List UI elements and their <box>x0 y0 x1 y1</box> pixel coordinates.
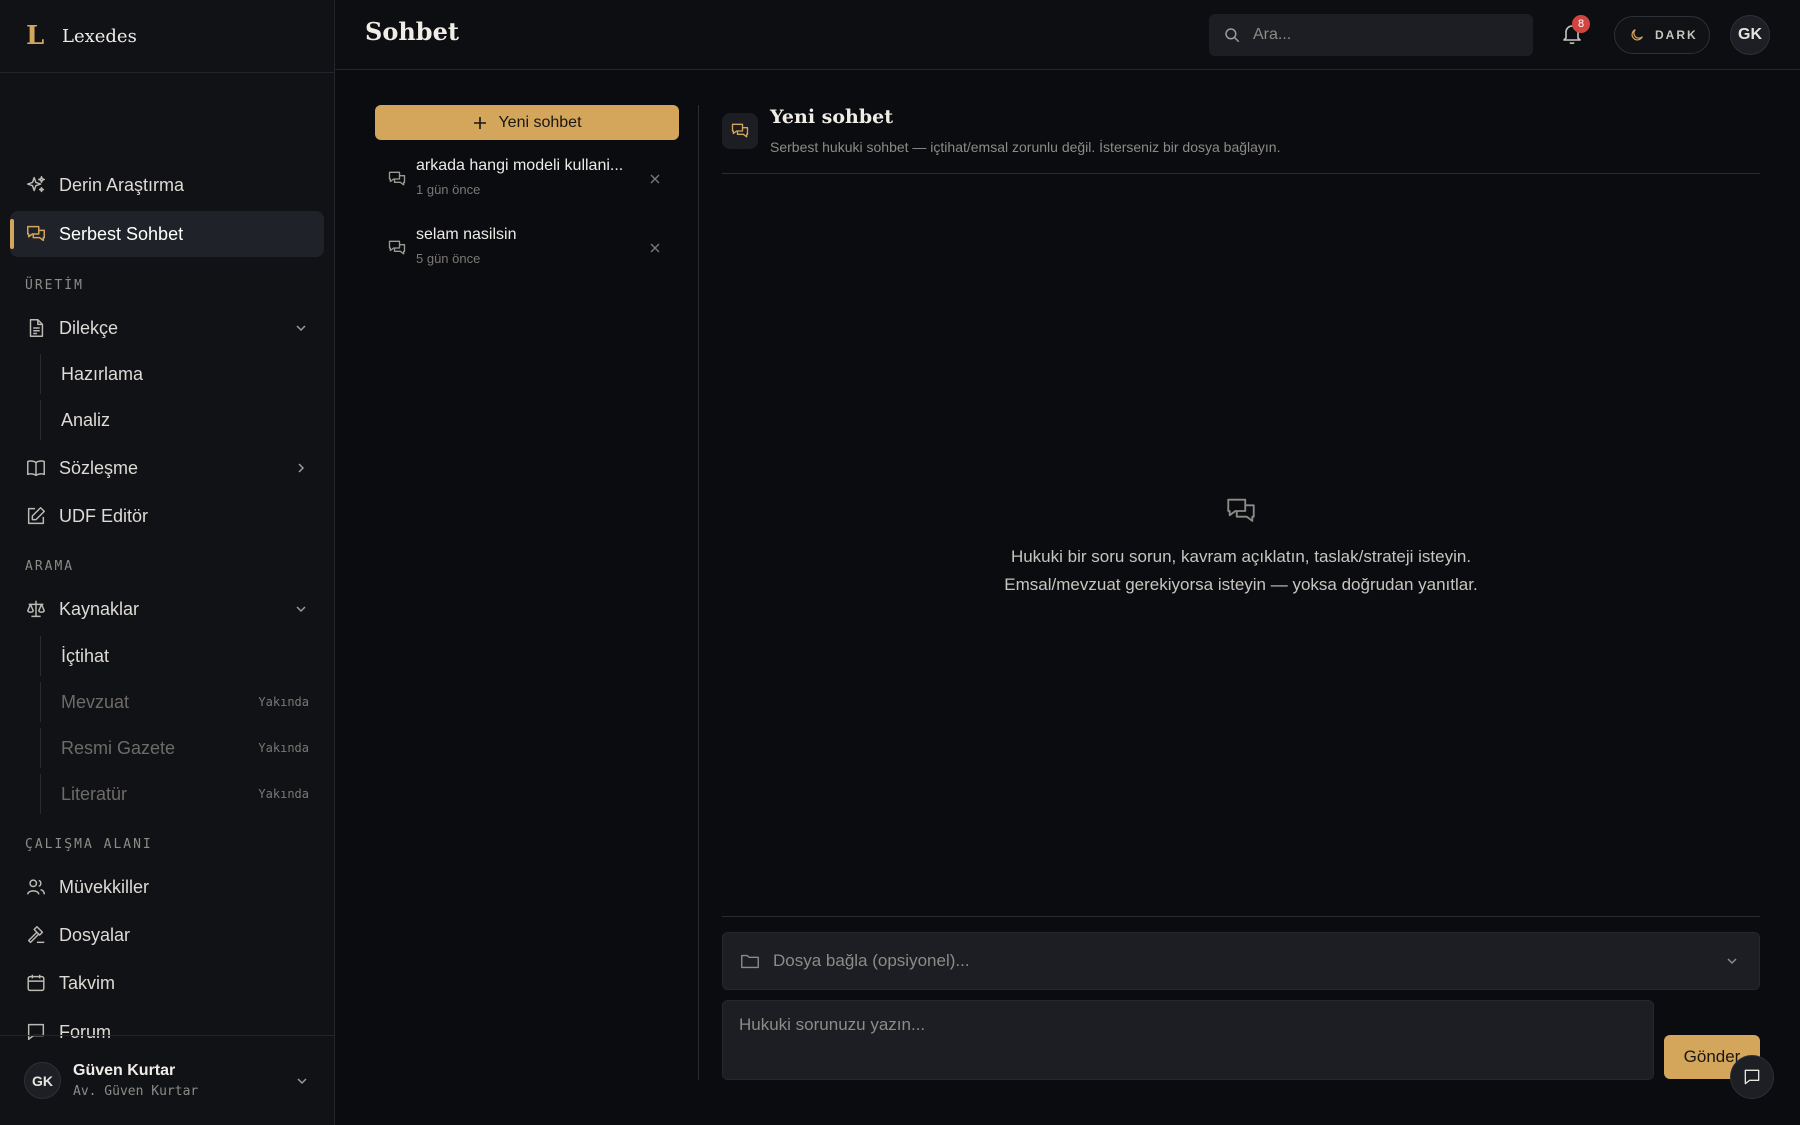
document-icon <box>25 317 47 339</box>
file-attach-placeholder: Dosya bağla (opsiyonel)... <box>773 951 970 970</box>
sidebar-subitem-label: Mevzuat <box>61 691 130 712</box>
avatar: GK <box>24 1062 61 1099</box>
chat-icon <box>25 223 47 245</box>
sidebar-subitem-analiz[interactable]: Analiz <box>40 400 324 440</box>
sidebar-item-label: Dilekçe <box>59 317 119 338</box>
coming-soon-badge: Yakında <box>258 741 309 755</box>
sidebar-subitem-label: Literatür <box>61 783 128 804</box>
panel-divider <box>698 105 699 1080</box>
empty-state-text: Hukuki bir soru sorun, kavram açıklatın,… <box>850 543 1632 599</box>
search-box[interactable] <box>1209 14 1533 56</box>
sidebar-item-muvekkiller[interactable]: Müvekkiller <box>10 864 324 910</box>
sidebar-item-label: Takvim <box>59 972 116 993</box>
close-icon[interactable] <box>649 242 661 254</box>
sidebar-item-takvim[interactable]: Takvim <box>10 960 324 1006</box>
folder-icon <box>739 950 761 972</box>
conversation-title: arkada hangi modeli kullani... <box>416 157 624 174</box>
chevron-down-icon <box>295 1074 309 1088</box>
chat-title: Yeni sohbet <box>770 106 893 128</box>
conversation-title: selam nasilsin <box>416 226 517 243</box>
theme-toggle-button[interactable]: DARK <box>1614 16 1710 54</box>
search-icon <box>1223 26 1241 44</box>
conversation-item[interactable]: selam nasilsin 5 gün önce <box>375 224 679 284</box>
brand[interactable]: L Lexedes <box>0 0 334 73</box>
chat-icon <box>387 238 407 258</box>
divider <box>722 173 1760 174</box>
moon-icon <box>1629 27 1645 43</box>
sidebar-item-label: UDF Editör <box>59 505 149 526</box>
message-input[interactable] <box>722 1000 1654 1080</box>
sidebar-item-serbest-sohbet[interactable]: Serbest Sohbet <box>10 211 324 257</box>
divider <box>722 916 1760 917</box>
sidebar-item-label: Kaynaklar <box>59 598 140 619</box>
chevron-down-icon[interactable] <box>294 321 308 335</box>
sidebar-subitem-label: Resmi Gazete <box>61 737 176 758</box>
sidebar-subitem-hazirlama[interactable]: Hazırlama <box>40 354 324 394</box>
conversation-item[interactable]: arkada hangi modeli kullani... 1 gün önc… <box>375 155 679 215</box>
sidebar-subitem-ictihat[interactable]: İçtihat <box>40 636 324 676</box>
sidebar-item-kaynaklar[interactable]: Kaynaklar <box>10 586 324 632</box>
chevron-down-icon <box>1725 954 1739 968</box>
chat-header-icon <box>722 113 758 149</box>
scale-icon <box>25 598 47 620</box>
sparkles-icon <box>25 174 47 196</box>
sidebar-item-sozlesme[interactable]: Sözleşme <box>10 445 324 491</box>
sidebar: L Lexedes Derin Araştırma Serbest Sohbet… <box>0 0 335 1125</box>
sidebar-subitem-resmi-gazete: Resmi Gazete Yakında <box>40 728 324 768</box>
conversation-time: 5 gün önce <box>416 251 481 266</box>
book-icon <box>25 457 47 479</box>
sidebar-subitem-label: İçtihat <box>61 645 110 666</box>
conversation-time: 1 gün önce <box>416 182 481 197</box>
sidebar-item-label: Sözleşme <box>59 457 139 478</box>
top-header: Sohbet 8 DARK GK <box>335 0 1800 70</box>
sidebar-item-dosyalar[interactable]: Dosyalar <box>10 912 324 958</box>
notification-badge: 8 <box>1572 15 1590 33</box>
gavel-icon <box>25 924 47 946</box>
coming-soon-badge: Yakında <box>258 787 309 801</box>
floating-chat-button[interactable] <box>1730 1055 1774 1099</box>
user-name: Güven Kurtar <box>73 1062 176 1079</box>
chat-icon <box>387 169 407 189</box>
chat-subtitle: Serbest hukuki sohbet — içtihat/emsal zo… <box>770 139 1281 155</box>
sidebar-item-label: Serbest Sohbet <box>59 223 184 244</box>
sidebar-item-label: Dosyalar <box>59 924 131 945</box>
brand-name: Lexedes <box>62 25 137 47</box>
theme-toggle-label: DARK <box>1655 28 1698 42</box>
sidebar-subitem-label: Analiz <box>61 409 111 430</box>
edit-icon <box>25 505 47 527</box>
users-icon <box>25 876 47 898</box>
section-title-calisma-alani: ÇALIŞMA ALANI <box>25 837 153 852</box>
chat-bubbles-icon <box>1224 494 1258 528</box>
new-chat-button[interactable]: Yeni sohbet <box>375 105 679 140</box>
empty-state-line: Emsal/mevzuat gerekiyorsa isteyin — yoks… <box>1004 575 1478 594</box>
plus-icon <box>472 115 488 131</box>
user-menu[interactable]: GK Güven Kurtar Av. Güven Kurtar <box>0 1035 335 1125</box>
chevron-right-icon[interactable] <box>294 461 308 475</box>
message-square-icon <box>1744 1069 1760 1085</box>
empty-state-line: Hukuki bir soru sorun, kavram açıklatın,… <box>1010 547 1472 566</box>
sidebar-item-udf-editor[interactable]: UDF Editör <box>10 493 324 539</box>
section-title-uretim: ÜRETİM <box>25 278 84 293</box>
page-title: Sohbet <box>365 17 459 46</box>
sidebar-subitem-literatur: Literatür Yakında <box>40 774 324 814</box>
sidebar-item-derin-arastirma[interactable]: Derin Araştırma <box>10 162 324 208</box>
user-subtitle: Av. Güven Kurtar <box>73 1084 199 1099</box>
new-chat-label: Yeni sohbet <box>498 113 582 131</box>
avatar[interactable]: GK <box>1730 15 1770 55</box>
section-title-arama: ARAMA <box>25 559 75 574</box>
chevron-down-icon[interactable] <box>294 602 308 616</box>
sidebar-item-label: Derin Araştırma <box>59 174 185 195</box>
sidebar-subitem-label: Hazırlama <box>61 363 144 384</box>
sidebar-subitem-mevzuat: Mevzuat Yakında <box>40 682 324 722</box>
search-input[interactable] <box>1253 26 1513 44</box>
brand-logo: L <box>26 21 45 51</box>
sidebar-item-dilekce[interactable]: Dilekçe <box>10 305 324 351</box>
calendar-icon <box>25 972 47 994</box>
chat-icon <box>731 123 749 138</box>
close-icon[interactable] <box>649 173 661 185</box>
file-attach-select[interactable]: Dosya bağla (opsiyonel)... <box>722 932 1760 990</box>
user-info: Güven Kurtar Av. Güven Kurtar <box>73 1062 198 1099</box>
coming-soon-badge: Yakında <box>258 695 309 709</box>
sidebar-item-label: Müvekkiller <box>59 876 150 897</box>
